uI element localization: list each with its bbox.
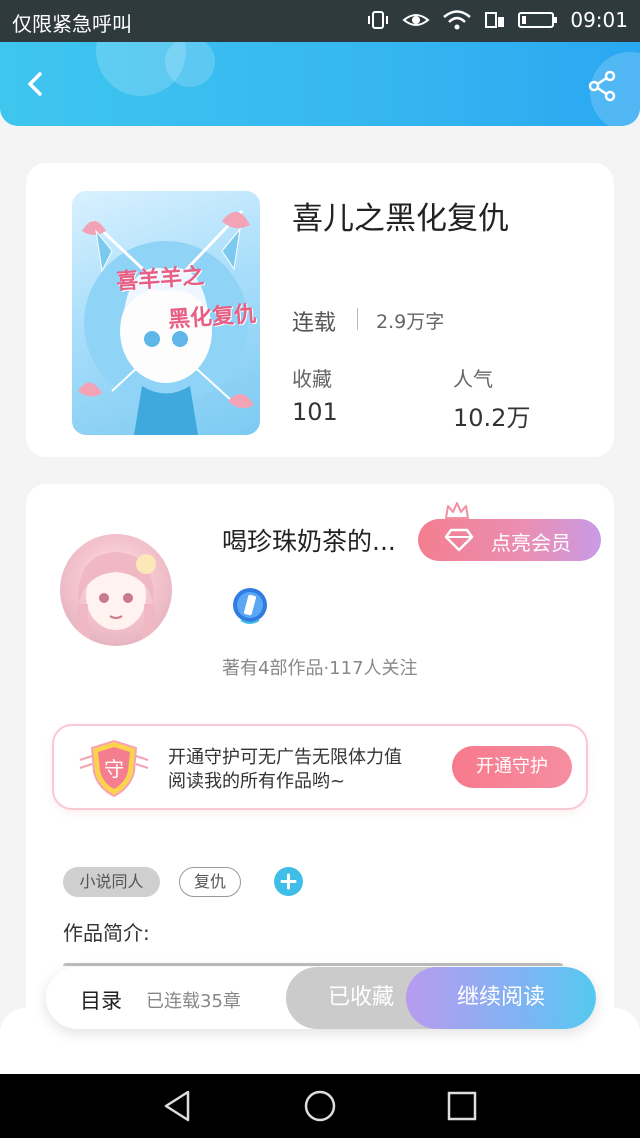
author-badge-icon — [233, 588, 267, 624]
chapter-count: 已连载35章 — [146, 991, 241, 1012]
tag-revenge[interactable]: 复仇 — [179, 867, 241, 897]
avatar-illustration — [77, 552, 156, 646]
nav-recent-button[interactable] — [444, 1088, 480, 1124]
book-info-card: 喜羊羊之 黑化复仇 喜儿之黑化复仇 连载 2.9万字 收藏 101 人气 10.… — [26, 163, 614, 457]
popularity-value: 10.2万 — [453, 404, 531, 432]
top-header — [0, 42, 640, 126]
cover-title-line2: 黑化复仇 — [167, 301, 257, 334]
eye-icon — [402, 10, 430, 30]
share-button[interactable] — [584, 68, 620, 104]
shield-icon: 守 — [79, 739, 149, 798]
intro-text-clipped — [63, 954, 583, 966]
nav-home-button[interactable] — [302, 1088, 338, 1124]
book-title: 喜儿之黑化复仇 — [292, 201, 509, 237]
diamond-icon — [444, 528, 474, 552]
reading-action-bar: 目录 已连载35章 已收藏 继续阅读 — [46, 967, 596, 1029]
carrier-text: 仅限紧急呼叫 — [12, 12, 132, 36]
author-stats: 著有4部作品·117人关注 — [222, 658, 418, 679]
back-button[interactable] — [18, 66, 54, 102]
vip-activate-button[interactable]: 点亮会员 — [418, 519, 601, 561]
system-nav-bar — [0, 1074, 640, 1138]
activate-guard-button[interactable]: 开通守护 — [452, 746, 572, 788]
continue-reading-button[interactable]: 继续阅读 — [406, 967, 596, 1029]
popularity-label: 人气 — [453, 367, 493, 391]
author-name[interactable]: 喝珍珠奶茶的... — [222, 522, 396, 558]
cover-title-line1: 喜羊羊之 — [115, 263, 205, 296]
word-count: 2.9万字 — [376, 311, 445, 333]
tag-fanfic[interactable]: 小说同人 — [63, 867, 160, 897]
intro-label: 作品简介: — [63, 921, 150, 945]
share-icon — [588, 70, 616, 102]
nav-recent-icon — [447, 1091, 477, 1121]
nav-back-button[interactable] — [160, 1088, 196, 1124]
table-of-contents-button[interactable]: 目录 已连载35章 — [46, 967, 286, 1029]
shield-char: 守 — [104, 757, 124, 781]
favorites-value: 101 — [292, 398, 338, 426]
sim-icon — [484, 10, 506, 30]
favorites-label: 收藏 — [292, 367, 332, 391]
book-cover[interactable]: 喜羊羊之 黑化复仇 — [72, 191, 260, 435]
vibrate-icon — [366, 10, 390, 30]
vip-button-label: 点亮会员 — [491, 531, 571, 555]
toc-label: 目录 — [80, 989, 122, 1013]
guard-promo-banner: 守 开通守护可无广告无限体力值阅读我的所有作品哟~ 开通守护 — [52, 724, 588, 810]
wifi-icon — [442, 9, 472, 31]
nav-home-icon — [304, 1090, 336, 1122]
meta-divider — [357, 308, 358, 330]
battery-icon — [518, 10, 558, 30]
status-icons: 09:01 — [366, 8, 628, 32]
add-tag-button[interactable] — [274, 867, 303, 896]
clock-text: 09:01 — [570, 8, 628, 32]
header-bubble — [165, 42, 215, 87]
guard-promo-text: 开通守护可无广告无限体力值阅读我的所有作品哟~ — [168, 747, 402, 792]
author-avatar[interactable] — [60, 534, 172, 646]
plus-icon — [280, 873, 297, 890]
serial-status: 连载 — [292, 311, 337, 336]
back-arrow-icon — [28, 72, 42, 96]
status-bar: 仅限紧急呼叫 09:01 — [0, 0, 640, 42]
nav-back-icon — [164, 1090, 190, 1122]
